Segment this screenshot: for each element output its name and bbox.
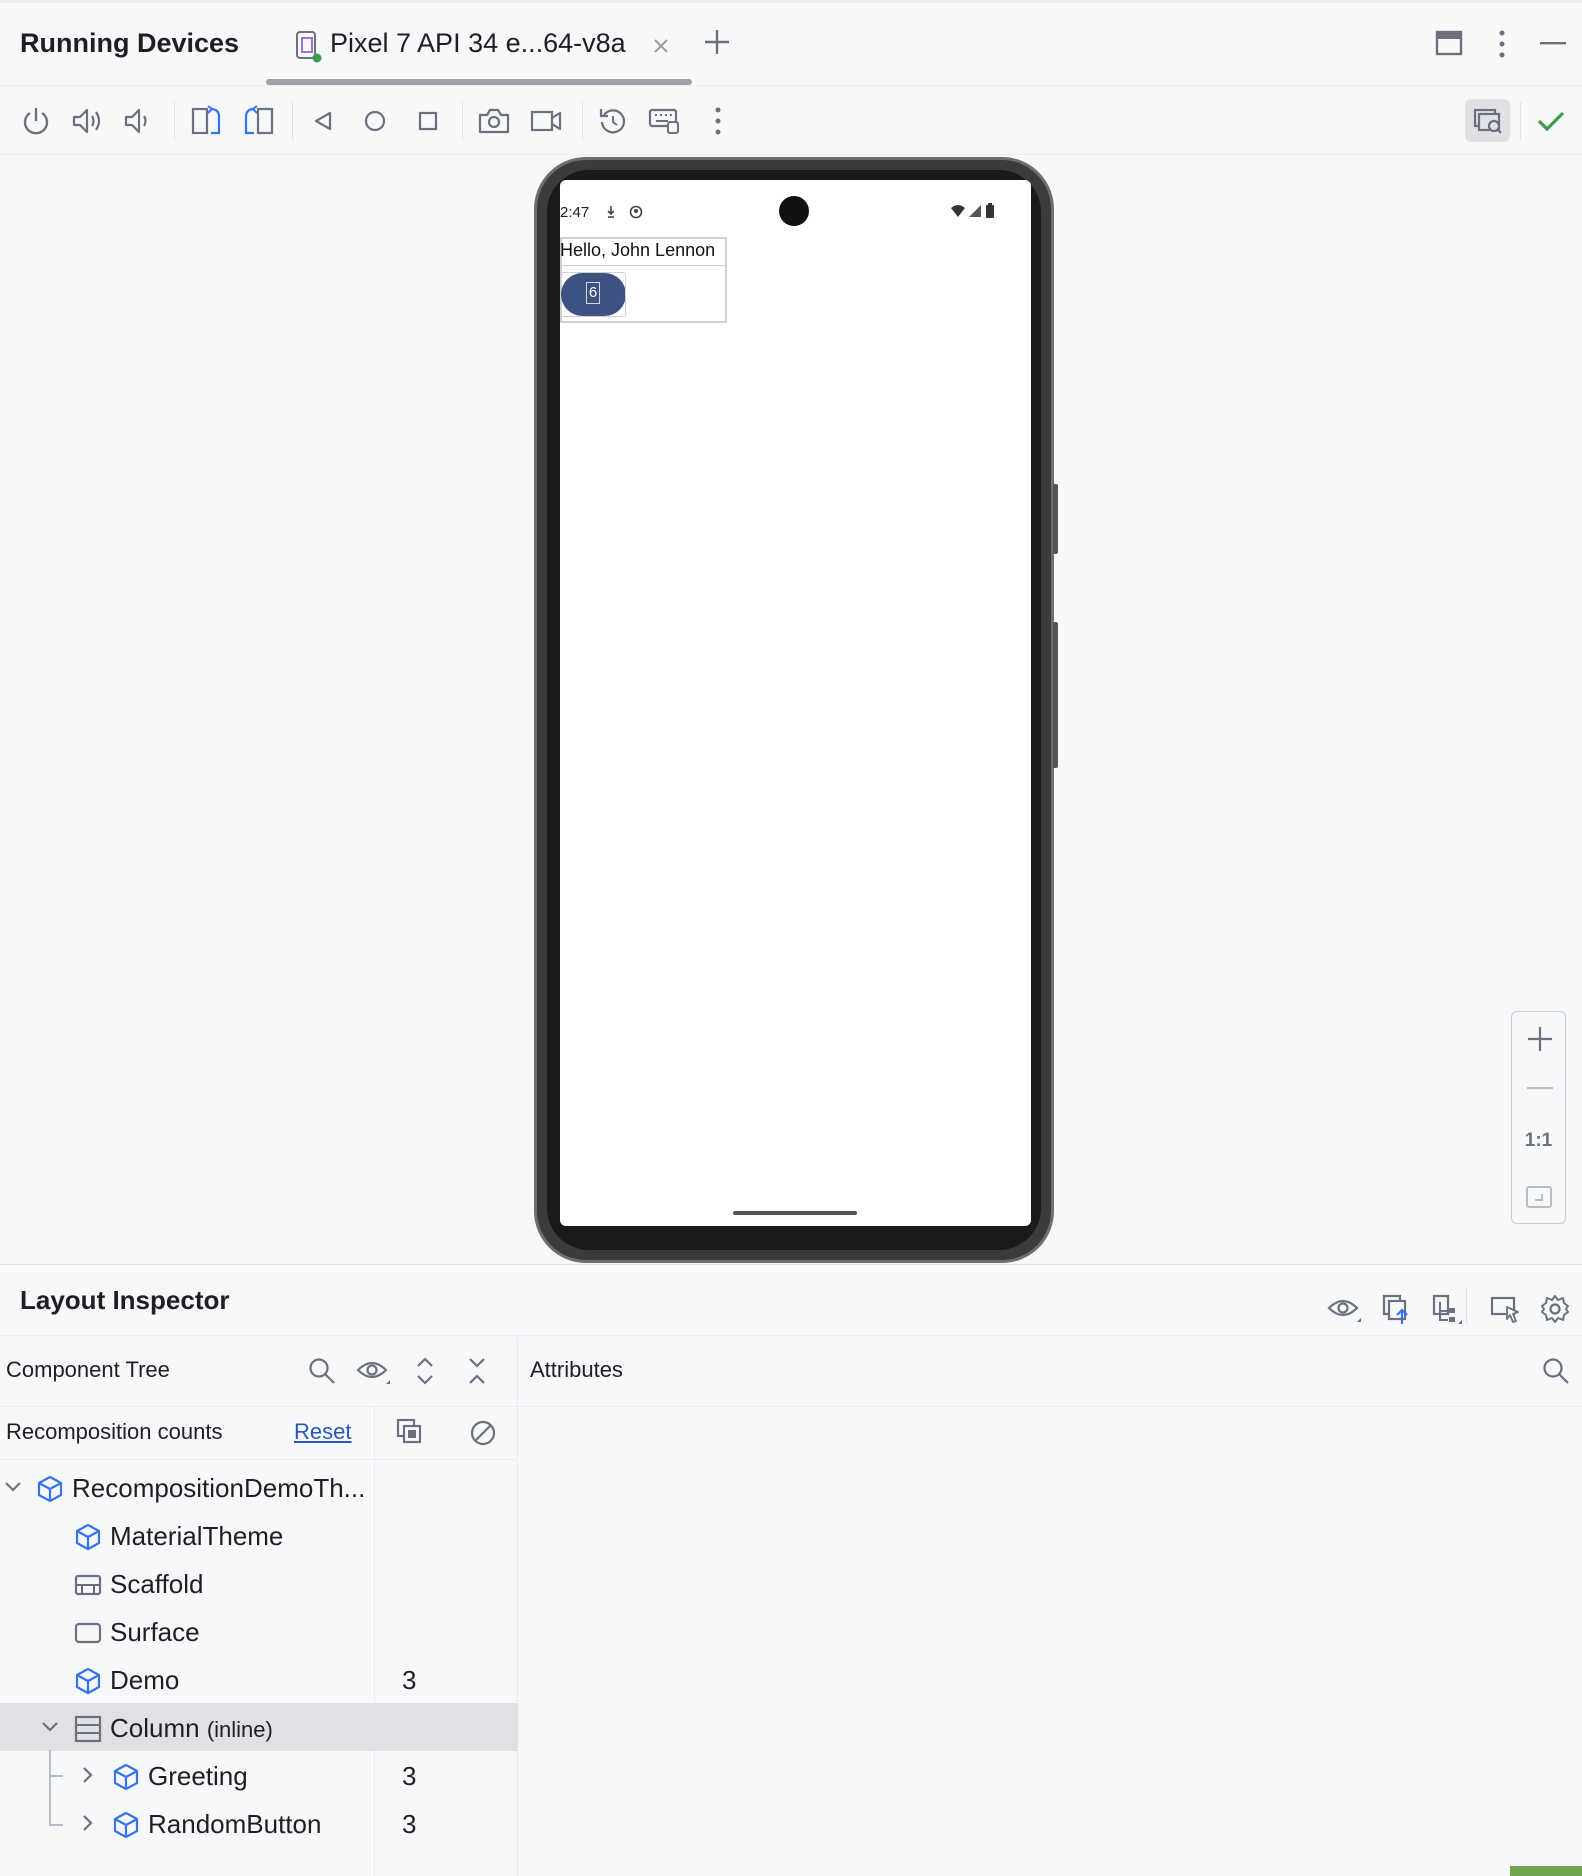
- tool-window-title: Running Devices: [20, 28, 240, 58]
- zoom-actual-size-button[interactable]: 1:1: [1512, 1130, 1565, 1152]
- column-icon: [74, 1715, 102, 1748]
- status-bar-time: 2:47: [560, 204, 590, 221]
- copy-counts-icon[interactable]: [396, 1418, 424, 1446]
- layout-inspector-toggle-icon: [1473, 107, 1503, 135]
- volume-up-icon[interactable]: [72, 106, 104, 136]
- attributes-search-icon[interactable]: [1542, 1357, 1570, 1385]
- collapse-all-icon[interactable]: [467, 1356, 487, 1386]
- tree-node-inline-suffix: (inline): [206, 1717, 273, 1742]
- rotate-left-icon[interactable]: [191, 105, 221, 137]
- recomposition-count: 3: [402, 1761, 417, 1791]
- back-icon[interactable]: [313, 111, 333, 131]
- settings-gear-icon[interactable]: [1540, 1294, 1570, 1324]
- device-running-icon: [294, 30, 324, 64]
- composable-icon: [74, 1667, 102, 1700]
- tree-node-label: RecompositionDemoTh...: [72, 1473, 366, 1503]
- minimize-icon[interactable]: [1540, 42, 1566, 46]
- tree-node-label: Greeting: [148, 1761, 248, 1791]
- disable-counts-icon[interactable]: [470, 1420, 496, 1446]
- composable-icon: [74, 1523, 102, 1556]
- tree-node-column[interactable]: Column (inline): [0, 1703, 518, 1751]
- tree-node-label: Surface: [110, 1617, 200, 1647]
- zoom-in-icon[interactable]: [1527, 1026, 1553, 1052]
- tree-node-recomposition-demo-theme[interactable]: RecompositionDemoTh...: [0, 1463, 518, 1511]
- tree-node-label: Demo: [110, 1665, 180, 1695]
- battery-icon: [985, 203, 995, 223]
- keyboard-icon[interactable]: [648, 107, 680, 135]
- export-snapshot-icon[interactable]: [1382, 1294, 1412, 1326]
- attributes-panel: [519, 1337, 1582, 1876]
- recomposition-count: 3: [402, 1809, 417, 1839]
- surface-icon: [74, 1619, 102, 1652]
- overview-icon[interactable]: [418, 111, 438, 131]
- greeting-bounds-line: [560, 265, 727, 266]
- tree-node-label: RandomButton: [148, 1809, 322, 1839]
- greeting-text: Hello, John Lennon: [560, 240, 716, 260]
- volume-down-icon[interactable]: [124, 106, 152, 136]
- device-tab-label: Pixel 7 API 34 e...64-v8a: [330, 28, 626, 58]
- chevron-right-icon[interactable]: [78, 1814, 96, 1837]
- chevron-down-icon[interactable]: [41, 1718, 59, 1741]
- reset-icon[interactable]: [598, 106, 628, 136]
- expand-all-icon[interactable]: [415, 1356, 435, 1386]
- composable-icon: [112, 1811, 140, 1844]
- screen-record-icon[interactable]: [530, 109, 562, 133]
- options-menu-icon[interactable]: [1499, 30, 1505, 58]
- tree-view-options-icon[interactable]: [356, 1358, 392, 1386]
- notification-icon: [605, 205, 617, 224]
- recomposition-counts-label: Recomposition counts: [6, 1419, 223, 1444]
- zoom-out-icon[interactable]: [1527, 1087, 1553, 1091]
- tree-node-scaffold[interactable]: Scaffold: [0, 1559, 518, 1607]
- select-on-device-icon[interactable]: [1490, 1294, 1520, 1324]
- zoom-to-fit-icon[interactable]: [1526, 1186, 1552, 1208]
- search-icon[interactable]: [308, 1357, 336, 1385]
- button-bounds-highlight: [560, 272, 626, 317]
- tree-node-label: Scaffold: [110, 1569, 204, 1599]
- layout-inspector-toggle-button[interactable]: [1465, 99, 1510, 142]
- composable-icon: [112, 1763, 140, 1796]
- attributes-title: Attributes: [530, 1357, 623, 1382]
- tree-node-label: Column: [110, 1713, 200, 1743]
- power-side-button: [1053, 484, 1058, 554]
- gesture-navigation-bar[interactable]: [733, 1211, 857, 1215]
- screenshot-icon[interactable]: [478, 107, 510, 135]
- recomposition-count: 3: [402, 1665, 417, 1695]
- active-tab-indicator: [266, 79, 692, 85]
- wifi-icon: [950, 204, 966, 223]
- chevron-right-icon[interactable]: [78, 1766, 96, 1789]
- tree-node-demo[interactable]: Demo 3: [0, 1655, 518, 1703]
- status-indicator-bar: [1510, 1866, 1582, 1876]
- add-device-icon[interactable]: [703, 28, 731, 56]
- tree-node-greeting[interactable]: Greeting 3: [0, 1751, 518, 1799]
- reset-counts-link[interactable]: Reset: [294, 1419, 351, 1445]
- tree-node-label: MaterialTheme: [110, 1521, 284, 1551]
- device-screen[interactable]: 2:47 Hello, John Lennon 6: [560, 180, 1031, 1226]
- check-icon[interactable]: [1537, 110, 1565, 132]
- close-tab-icon[interactable]: [652, 37, 670, 55]
- tree-node-surface[interactable]: Surface: [0, 1607, 518, 1655]
- component-tree-title: Component Tree: [6, 1357, 170, 1382]
- rotate-right-icon[interactable]: [244, 105, 274, 137]
- power-icon[interactable]: [22, 106, 50, 136]
- device-tab[interactable]: Pixel 7 API 34 e...64-v8a: [265, 24, 693, 86]
- layout-inspector-title: Layout Inspector: [20, 1285, 230, 1315]
- sync-icon: [629, 205, 643, 224]
- zoom-controls: 1:1: [1511, 1011, 1566, 1224]
- cell-signal-icon: [968, 204, 982, 223]
- front-camera: [779, 196, 809, 226]
- view-options-icon[interactable]: [1327, 1296, 1363, 1324]
- chevron-down-icon[interactable]: [4, 1478, 22, 1501]
- home-icon[interactable]: [364, 110, 386, 132]
- tree-node-material-theme[interactable]: MaterialTheme: [0, 1511, 518, 1559]
- window-layout-icon[interactable]: [1435, 30, 1463, 56]
- device-toolbar: [0, 86, 1582, 155]
- component-tree-snapshot-icon[interactable]: [1432, 1294, 1464, 1326]
- volume-side-button: [1053, 622, 1058, 768]
- composable-icon: [36, 1475, 64, 1508]
- scaffold-icon: [74, 1571, 102, 1604]
- more-icon[interactable]: [715, 107, 721, 135]
- tree-node-random-button[interactable]: RandomButton 3: [0, 1799, 518, 1847]
